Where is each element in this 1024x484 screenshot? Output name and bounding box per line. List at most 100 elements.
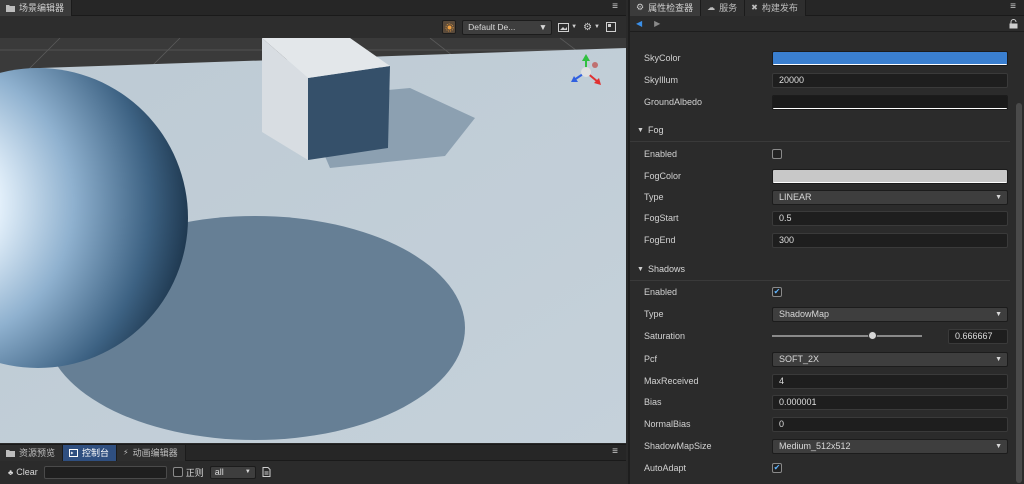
- sky-color-label: SkyColor: [644, 53, 681, 63]
- forward-arrow-icon[interactable]: ▶: [654, 19, 660, 28]
- scrollbar-thumb[interactable]: [1016, 103, 1022, 483]
- menu-icon[interactable]: ≡: [610, 2, 620, 12]
- sky-illum-input[interactable]: 20000: [772, 72, 1008, 88]
- saturation-label: Saturation: [644, 331, 686, 341]
- saturation-slider-handle[interactable]: [868, 331, 877, 340]
- saturation-input[interactable]: 0.666667: [948, 328, 1008, 344]
- clear-button[interactable]: ♣ Clear: [8, 467, 38, 477]
- sun-icon: [445, 23, 454, 31]
- auto-adapt-checkbox[interactable]: ✔: [772, 463, 782, 473]
- inspector-body: SkyColor SkyIllum 20000 GroundAlbedo ▼ F…: [630, 33, 1010, 484]
- clear-label: Clear: [16, 467, 38, 477]
- menu-icon[interactable]: ≡: [610, 447, 620, 457]
- max-received-input[interactable]: 4: [772, 373, 1008, 389]
- scene-viewport[interactable]: [0, 38, 626, 443]
- chevron-down-icon: ▼: [538, 22, 548, 32]
- ground-albedo-field[interactable]: [772, 94, 1008, 110]
- tab-animation-editor-label: 动画编辑器: [132, 448, 178, 458]
- fog-title: Fog: [648, 125, 664, 135]
- scene-toolbar: Default De... ▼ ▼ ⚙ ▼: [0, 16, 626, 38]
- scene-settings-dropdown[interactable]: ⚙ ▼: [583, 22, 600, 33]
- regex-toggle[interactable]: 正则: [172, 466, 204, 479]
- tab-console[interactable]: 控制台: [63, 444, 118, 461]
- check-icon: ✔: [773, 287, 781, 296]
- cloud-icon: ☁: [707, 3, 716, 12]
- fog-end-input[interactable]: 300: [772, 232, 1008, 248]
- prop-shadows-type: Type ShadowMap ▼: [630, 303, 1010, 325]
- tab-animation-editor[interactable]: ⚡ 动画编辑器: [117, 444, 186, 461]
- prop-auto-adapt: AutoAdapt ✔: [630, 457, 1010, 479]
- tab-services-label: 服务: [719, 3, 738, 13]
- fog-section-header[interactable]: ▼ Fog: [630, 119, 1010, 141]
- shadow-map-size-select[interactable]: Medium_512x512 ▼: [772, 438, 1008, 454]
- shadows-type-select[interactable]: ShadowMap ▼: [772, 306, 1008, 322]
- fog-color-swatch: [773, 169, 1007, 182]
- shadows-enabled-label: Enabled: [644, 287, 678, 297]
- file-icon[interactable]: [262, 467, 271, 477]
- scene-tabbar: 场景编辑器 ≡: [0, 0, 626, 16]
- prop-ground-albedo: GroundAlbedo: [630, 91, 1010, 113]
- broom-icon: ♣: [8, 467, 14, 477]
- sky-color-alpha: [773, 63, 1007, 65]
- sky-color-swatch: [773, 51, 1007, 64]
- check-icon: ✔: [773, 463, 781, 472]
- orientation-gizmo[interactable]: [566, 52, 606, 92]
- bias-input[interactable]: 0.000001: [772, 394, 1008, 410]
- inspector-tabbar: ⚙ 属性检查器 ☁ 服务 ✖ 构建发布 ≡: [630, 0, 1024, 16]
- tab-build[interactable]: ✖ 构建发布: [745, 0, 806, 16]
- tab-build-label: 构建发布: [761, 3, 798, 13]
- fog-start-input[interactable]: 0.5: [772, 210, 1008, 226]
- tab-scene-editor[interactable]: 场景编辑器: [0, 0, 73, 16]
- normal-bias-input[interactable]: 0: [772, 416, 1008, 432]
- running-icon: ⚡: [123, 448, 129, 457]
- gear-icon: ⚙: [636, 2, 645, 12]
- shadows-section-header[interactable]: ▼ Shadows: [630, 258, 1010, 280]
- saturation-slider-track[interactable]: [772, 335, 922, 337]
- sky-color-field[interactable]: [772, 50, 1008, 66]
- tab-inspector[interactable]: ⚙ 属性检查器: [630, 0, 702, 16]
- chevron-down-icon: ▼: [571, 24, 578, 30]
- camera-select-value: Default De...: [468, 22, 516, 32]
- log-level-select[interactable]: all ▼: [209, 465, 256, 479]
- regex-checkbox[interactable]: [172, 467, 183, 477]
- unlock-icon[interactable]: [1009, 19, 1018, 29]
- fog-type-select[interactable]: LINEAR ▼: [772, 189, 1008, 205]
- shadows-enabled-checkbox[interactable]: ✔: [772, 287, 782, 297]
- tools-icon: ✖: [751, 3, 758, 12]
- tab-services[interactable]: ☁ 服务: [701, 0, 746, 16]
- console-icon: [69, 448, 79, 457]
- ground-albedo-label: GroundAlbedo: [644, 97, 703, 107]
- regex-label: 正则: [185, 467, 204, 478]
- pcf-value: SOFT_2X: [779, 354, 820, 364]
- shadow-map-size-value: Medium_512x512: [779, 441, 851, 451]
- menu-icon[interactable]: ≡: [1008, 2, 1018, 12]
- prop-saturation: Saturation 0.666667: [630, 325, 1010, 347]
- tab-asset-preview-label: 资源预览: [19, 448, 56, 458]
- prop-shadow-map-size: ShadowMapSize Medium_512x512 ▼: [630, 435, 1010, 457]
- shadows-type-value: ShadowMap: [779, 309, 830, 319]
- fog-enabled-checkbox[interactable]: [772, 149, 782, 159]
- scene-editor-panel: 场景编辑器 ≡ Default De... ▼ ▼ ⚙ ▼: [0, 0, 626, 444]
- fog-enabled-label: Enabled: [644, 149, 678, 159]
- scene-render: [0, 38, 626, 443]
- layout-button[interactable]: [606, 22, 616, 32]
- folder-icon: [6, 4, 15, 12]
- prop-fog-color: FogColor: [630, 165, 1010, 187]
- scene-view-dropdown[interactable]: ▼: [558, 22, 578, 32]
- bias-label: Bias: [644, 397, 662, 407]
- chevron-down-icon: ▼: [995, 355, 1002, 363]
- console-toolbar: ♣ Clear 正则 all ▼: [0, 461, 626, 483]
- inspector-scrollbar[interactable]: [1014, 33, 1024, 484]
- fog-color-field[interactable]: [772, 168, 1008, 184]
- inspector-panel: ⚙ 属性检查器 ☁ 服务 ✖ 构建发布 ≡ ◀ ▶ SkyColor SkyIl…: [628, 0, 1024, 484]
- back-arrow-icon[interactable]: ◀: [636, 19, 642, 28]
- console-search-input[interactable]: [43, 465, 167, 479]
- folder-icon: [6, 449, 15, 457]
- camera-select[interactable]: Default De... ▼: [462, 19, 553, 35]
- ground-albedo-alpha: [773, 107, 1007, 109]
- light-toggle-button[interactable]: [442, 20, 457, 34]
- shadow-map-size-label: ShadowMapSize: [644, 441, 712, 451]
- pcf-select[interactable]: SOFT_2X ▼: [772, 351, 1008, 367]
- tab-asset-preview[interactable]: 资源预览: [0, 444, 64, 461]
- chevron-down-icon: ▼: [995, 193, 1002, 201]
